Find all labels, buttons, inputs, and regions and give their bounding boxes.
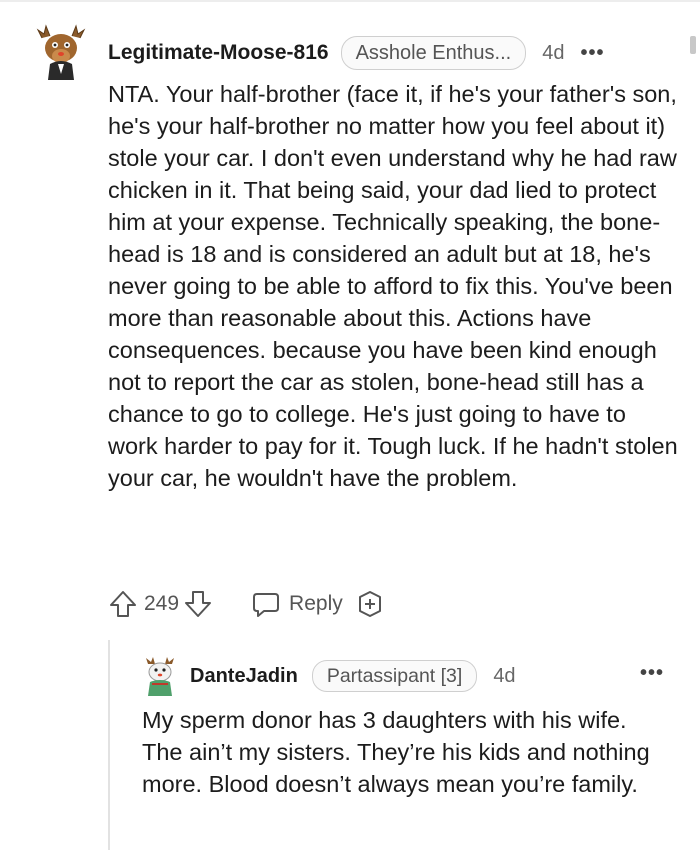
more-horizontal-icon[interactable]: ••• bbox=[640, 662, 664, 685]
award-plus-icon[interactable] bbox=[355, 589, 385, 619]
thread-line[interactable] bbox=[108, 640, 110, 850]
upvote-arrow-icon[interactable] bbox=[108, 589, 138, 619]
downvote-arrow-icon[interactable] bbox=[183, 589, 213, 619]
comment-age: 4d bbox=[542, 41, 565, 64]
reply-user-avatar[interactable] bbox=[142, 656, 178, 696]
reply-author[interactable]: DanteJadin bbox=[190, 665, 298, 688]
reply-body: My sperm donor has 3 daughters with his … bbox=[142, 707, 650, 797]
comment-actions: 249 Reply bbox=[108, 586, 385, 622]
scrollbar-thumb[interactable] bbox=[690, 36, 696, 54]
reply-label: Reply bbox=[289, 592, 343, 615]
vote-score: 249 bbox=[144, 592, 180, 615]
more-horizontal-icon[interactable]: ••• bbox=[580, 42, 604, 65]
comment-body: NTA. Your half-brother (face it, if he's… bbox=[108, 81, 678, 491]
reply-button[interactable]: Reply bbox=[251, 589, 343, 619]
reply-user-flair: Partassipant [3] bbox=[311, 660, 478, 692]
top-divider bbox=[0, 0, 700, 2]
user-flair: Asshole Enthus... bbox=[340, 36, 527, 70]
reply-bubble-icon bbox=[251, 589, 281, 619]
reply-age: 4d bbox=[493, 664, 516, 687]
user-avatar[interactable] bbox=[36, 24, 86, 80]
comment-author[interactable]: Legitimate-Moose-816 bbox=[108, 41, 329, 65]
